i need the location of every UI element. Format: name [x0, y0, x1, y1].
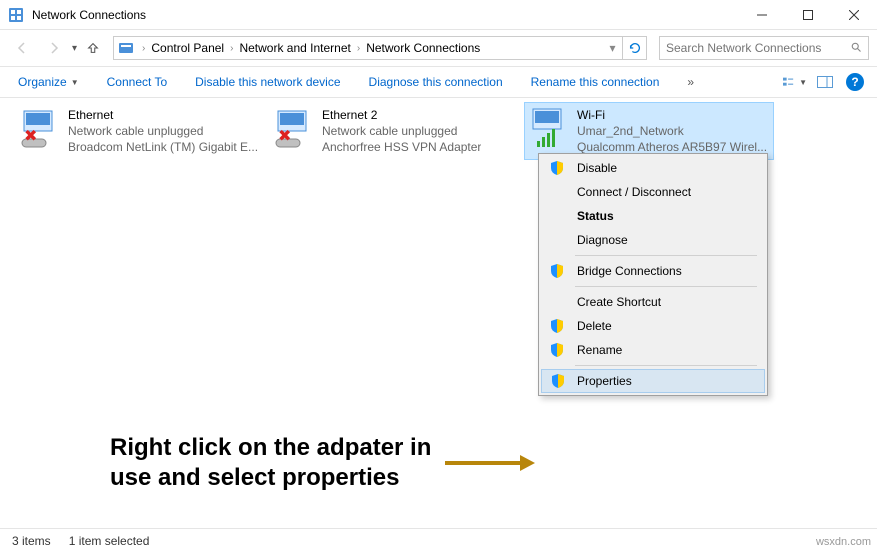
ctx-properties[interactable]: Properties	[541, 369, 765, 393]
refresh-button[interactable]	[622, 37, 646, 59]
breadcrumb-sep-icon: ›	[142, 43, 145, 54]
help-button[interactable]: ?	[843, 70, 867, 94]
back-button	[8, 34, 36, 62]
diagnose-button[interactable]: Diagnose this connection	[361, 71, 511, 93]
shield-icon	[549, 342, 565, 358]
ctx-connect[interactable]: Connect / Disconnect	[541, 180, 765, 204]
status-bar: 3 items 1 item selected	[0, 528, 877, 552]
adapter-status: Network cable unplugged	[322, 123, 481, 139]
svg-text:✖: ✖	[24, 128, 37, 145]
more-commands[interactable]: »	[679, 71, 702, 93]
adapter-status: Network cable unplugged	[68, 123, 258, 139]
up-button[interactable]	[81, 36, 105, 60]
search-box[interactable]	[659, 36, 869, 60]
breadcrumb-item[interactable]: Control Panel	[149, 39, 226, 57]
ctx-create-shortcut[interactable]: Create Shortcut	[541, 290, 765, 314]
close-button[interactable]	[831, 0, 877, 30]
selection-count: 1 item selected	[69, 534, 150, 548]
ctx-disable[interactable]: Disable	[541, 156, 765, 180]
navbar: ▾ › Control Panel › Network and Internet…	[0, 30, 877, 66]
wifi-icon	[529, 107, 571, 149]
breadcrumb-item[interactable]: Network and Internet	[237, 39, 352, 57]
adapter-wifi[interactable]: Wi-Fi Umar_2nd_Network Qualcomm Atheros …	[524, 102, 774, 160]
rename-button[interactable]: Rename this connection	[523, 71, 668, 93]
shield-icon	[549, 263, 565, 279]
breadcrumb-sep-icon: ›	[230, 43, 233, 54]
ctx-bridge[interactable]: Bridge Connections	[541, 259, 765, 283]
connect-to-button[interactable]: Connect To	[99, 71, 176, 93]
breadcrumb-item[interactable]: Network Connections	[364, 39, 482, 57]
search-icon	[850, 41, 862, 56]
adapter-name: Wi-Fi	[577, 107, 767, 123]
adapter-ethernet[interactable]: ✖ Ethernet Network cable unplugged Broad…	[16, 103, 266, 159]
adapter-hardware: Broadcom NetLink (TM) Gigabit E...	[68, 139, 258, 155]
separator	[575, 365, 757, 366]
view-options-button[interactable]: ▼	[783, 70, 807, 94]
separator	[575, 255, 757, 256]
adapter-status: Umar_2nd_Network	[577, 123, 767, 139]
breadcrumb-dropdown[interactable]: ▾	[602, 37, 622, 59]
adapter-name: Ethernet 2	[322, 107, 481, 123]
shield-icon	[549, 318, 565, 334]
adapter-name: Ethernet	[68, 107, 258, 123]
location-icon	[118, 40, 134, 56]
item-count: 3 items	[12, 534, 51, 548]
adapter-hardware: Anchorfree HSS VPN Adapter	[322, 139, 481, 155]
maximize-button[interactable]	[785, 0, 831, 30]
adapter-ethernet2[interactable]: ✖ Ethernet 2 Network cable unplugged Anc…	[270, 103, 520, 159]
breadcrumb[interactable]: › Control Panel › Network and Internet ›…	[113, 36, 647, 60]
separator	[575, 286, 757, 287]
shield-icon	[549, 160, 565, 176]
breadcrumb-sep-icon: ›	[357, 43, 360, 54]
forward-button	[40, 34, 68, 62]
toolbar: Organize▼ Connect To Disable this networ…	[0, 66, 877, 98]
annotation-text: Right click on the adpater in use and se…	[110, 433, 450, 493]
window-title: Network Connections	[32, 8, 739, 22]
control-panel-icon	[8, 7, 24, 23]
svg-text:✖: ✖	[278, 128, 291, 145]
ctx-status[interactable]: Status	[541, 204, 765, 228]
context-menu: Disable Connect / Disconnect Status Diag…	[538, 153, 768, 396]
disable-device-button[interactable]: Disable this network device	[187, 71, 348, 93]
shield-icon	[550, 373, 566, 389]
ctx-delete[interactable]: Delete	[541, 314, 765, 338]
annotation-arrow-icon	[445, 453, 535, 473]
ctx-rename[interactable]: Rename	[541, 338, 765, 362]
preview-pane-button[interactable]	[813, 70, 837, 94]
ethernet-icon: ✖	[20, 107, 62, 149]
watermark: wsxdn.com	[816, 536, 871, 548]
minimize-button[interactable]	[739, 0, 785, 30]
search-input[interactable]	[666, 41, 850, 55]
organize-menu[interactable]: Organize▼	[10, 71, 87, 93]
ctx-diagnose[interactable]: Diagnose	[541, 228, 765, 252]
history-dropdown[interactable]: ▾	[72, 43, 77, 54]
ethernet-icon: ✖	[274, 107, 316, 149]
titlebar: Network Connections	[0, 0, 877, 30]
